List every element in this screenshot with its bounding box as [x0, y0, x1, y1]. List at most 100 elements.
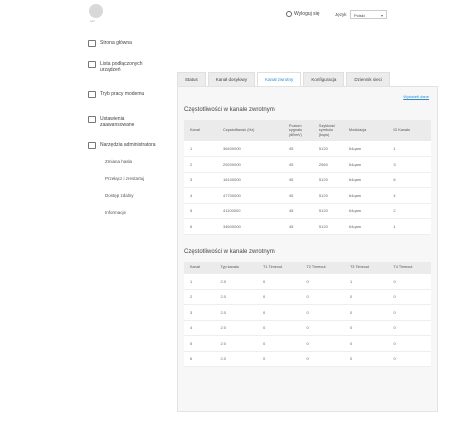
devices-icon: [88, 61, 96, 68]
sidebar-subitem-information[interactable]: Informacje: [88, 210, 170, 215]
tools-icon: [88, 142, 96, 149]
language-select[interactable]: Polski ▾: [350, 10, 387, 19]
modem-mode-icon: [88, 91, 96, 98]
table-row: 6 2.0 0 0 0 0: [184, 351, 431, 367]
table-cell: 2.0: [214, 304, 258, 321]
table-cell: 45: [282, 218, 313, 235]
table-cell: 5120: [312, 218, 343, 235]
table-cell: 2.0: [214, 335, 258, 352]
tab-upstream[interactable]: Kanał zwrotny: [257, 72, 302, 86]
table-cell: 3: [184, 172, 217, 188]
tab-downstream[interactable]: Kanał dosyłowy: [207, 72, 256, 86]
table-cell: 5120: [312, 172, 343, 188]
table-cell: 36400000: [216, 141, 283, 157]
sidebar-item-devices[interactable]: Lista podłączonych urządzeń: [88, 61, 170, 73]
table-row: 4 2.0 0 0 0 0: [184, 320, 431, 336]
tab-configuration[interactable]: Konfiguracja: [303, 72, 345, 86]
table-cell: 0: [257, 351, 301, 367]
table-cell: 0: [300, 304, 344, 321]
table-cell: 0: [343, 335, 388, 352]
table-cell: 0: [300, 351, 344, 367]
table-cell: 5120: [312, 141, 343, 157]
sidebar-item-label: Strona główna: [100, 40, 132, 46]
table-cell: 0: [387, 351, 431, 367]
table-cell: 0: [387, 273, 431, 290]
table-cell: 0: [257, 320, 301, 336]
table-cell: 2.0: [214, 289, 258, 305]
sidebar-item-modem-mode[interactable]: Tryb pracy modemu: [88, 91, 170, 98]
tab-network-log[interactable]: Dziennik sieci: [346, 72, 390, 86]
table-header-row: Kanał Częstotliwość (Hz) Poziom sygnału …: [184, 120, 431, 141]
table-cell: 0: [257, 273, 301, 290]
table-cell: 0: [300, 335, 344, 352]
language-label: Język: [335, 12, 347, 17]
home-icon: [88, 40, 96, 47]
logout-link[interactable]: Wyloguj się: [286, 11, 320, 17]
table-cell: 6: [184, 218, 217, 235]
sidebar-item-admin-tools[interactable]: Narzędzia administratora: [88, 142, 170, 149]
column-header: Poziom sygnału (dBmV): [282, 120, 313, 141]
table-cell: 3: [184, 304, 215, 321]
table-row: 4 47700000 45 5120 64qam 4: [184, 187, 431, 204]
table-row: 5 41100000 45 5120 64qam 2: [184, 203, 431, 219]
table-cell: 1: [343, 273, 388, 290]
back-link[interactable]: Wyświetl dane: [403, 94, 429, 99]
sidebar-item-home[interactable]: Strona główna: [88, 40, 170, 47]
table-row: 1 36400000 45 5120 64qam 1: [184, 141, 431, 157]
table-cell: 1: [387, 141, 431, 157]
column-header: Kanał: [184, 261, 215, 274]
table-cell: 0: [300, 320, 344, 336]
table-cell: 0: [257, 289, 301, 305]
table-cell: 5120: [312, 187, 343, 204]
sidebar-subitem-change-password[interactable]: Zmiana hasła: [88, 159, 170, 164]
table-cell: 0: [343, 304, 388, 321]
table-cell: 2.0: [214, 273, 258, 290]
chevron-down-icon: ▾: [380, 13, 383, 18]
sidebar-item-advanced-settings[interactable]: Ustawienia zaawansowane: [88, 116, 170, 128]
section-title: Częstotliwości w kanale zwrotnym: [184, 107, 275, 113]
table-cell: 0: [343, 351, 388, 367]
table-cell: 2.0: [214, 320, 258, 336]
table-cell: 45: [282, 187, 313, 204]
settings-icon: [88, 116, 96, 123]
table-cell: 5120: [312, 203, 343, 219]
sidebar-item-label: Ustawienia zaawansowane: [100, 116, 135, 128]
sidebar-item-label: Lista podłączonych urządzeń: [100, 61, 143, 73]
table-cell: 4: [184, 320, 215, 336]
table-row: 2 2.0 0 0 0 0: [184, 289, 431, 305]
table-cell: 64qam: [342, 218, 388, 235]
table-cell: 0: [387, 320, 431, 336]
logout-label: Wyloguj się: [294, 11, 320, 17]
column-header: T3 Timeout: [343, 261, 388, 274]
table-cell: 45: [282, 172, 313, 188]
table-cell: 1: [387, 218, 431, 235]
table-cell: 16100000: [216, 172, 283, 188]
table-cell: 0: [387, 304, 431, 321]
sidebar-subitem-remote-access[interactable]: Dostęp zdalny: [88, 193, 170, 198]
table-cell: 64qam: [342, 187, 388, 204]
sidebar-subitem-restart[interactable]: Przełącz i zrestartuj: [88, 176, 170, 181]
tab-status[interactable]: Status: [177, 72, 206, 86]
sidebar-item-label: Tryb pracy modemu: [100, 91, 145, 97]
table-cell: 5: [184, 335, 215, 352]
table-cell: 4: [184, 187, 217, 204]
table-cell: 47700000: [216, 187, 283, 204]
table-header-row: Kanał Typ kanału T1 Timeout T2 Timeout T…: [184, 261, 431, 274]
column-header: Modulacja: [342, 120, 388, 141]
table-row: 3 2.0 0 0 0 0: [184, 304, 431, 321]
table-cell: 0: [257, 304, 301, 321]
table-row: 3 16100000 45 5120 64qam 6: [184, 172, 431, 188]
brand-logo: [89, 4, 103, 18]
table-cell: 0: [343, 289, 388, 305]
table-row: 6 34600000 45 5120 64qam 1: [184, 218, 431, 235]
language-value: Polski: [354, 13, 365, 18]
upstream-frequency-table: Kanał Częstotliwość (Hz) Poziom sygnału …: [184, 120, 431, 235]
sidebar: Strona główna Lista podłączonych urządze…: [88, 40, 170, 227]
table-cell: 64qam: [342, 203, 388, 219]
section-title: Częstotliwości w kanale zwrotnym: [184, 248, 275, 255]
table-row: 5 2.0 0 0 0 0: [184, 335, 431, 352]
column-header: T4 Timeout: [387, 261, 431, 274]
column-header: T2 Timeout: [300, 261, 344, 274]
table-cell: 0: [387, 335, 431, 352]
brand-logo-caption: Ljhr: [90, 19, 96, 23]
